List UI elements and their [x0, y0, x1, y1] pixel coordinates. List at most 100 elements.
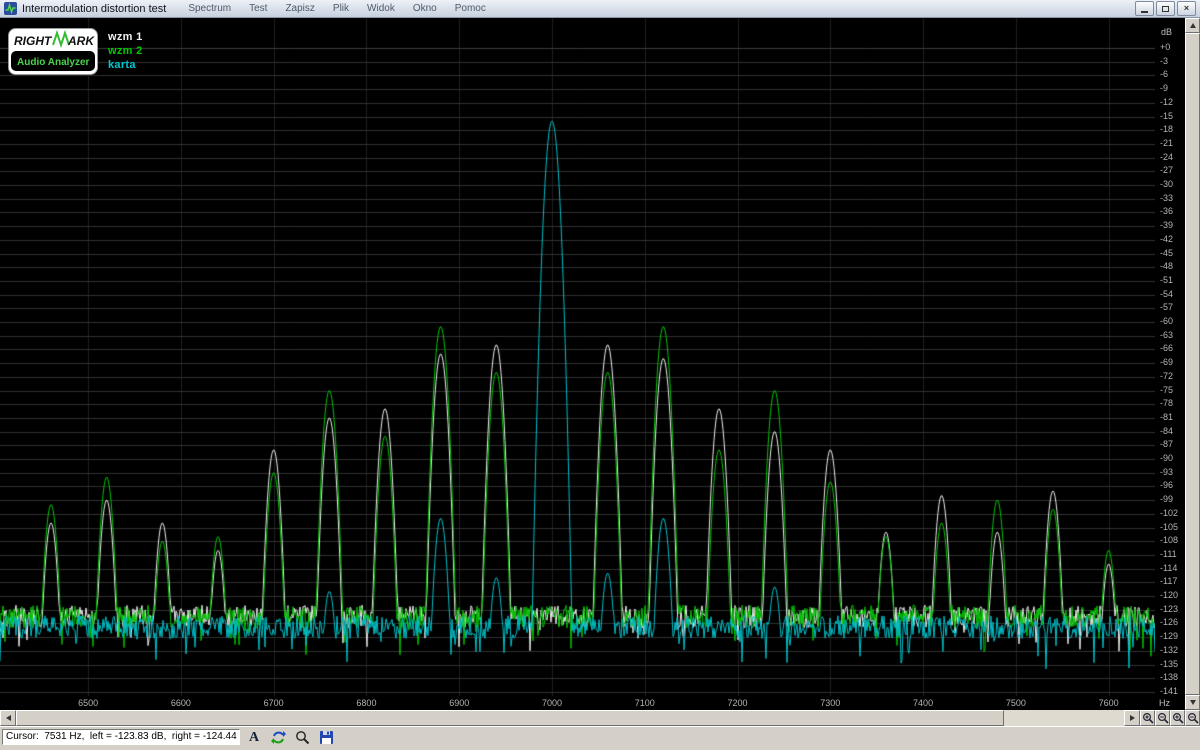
svg-text:Audio Analyzer: Audio Analyzer [17, 57, 90, 68]
v-scrollbar[interactable] [1185, 18, 1200, 710]
x-tick-label: 6800 [356, 698, 377, 708]
rightmark-logo: RIGHT ARK Audio Analyzer [8, 28, 98, 75]
menu-item-zapisz[interactable]: Zapisz [285, 3, 314, 14]
y-tick-label: -30 [1160, 179, 1174, 189]
app-window: Intermodulation distortion test Spectrum… [0, 0, 1200, 750]
app-icon [4, 2, 17, 15]
close-icon: × [1183, 3, 1190, 13]
zoom-in-y-button[interactable] [1170, 710, 1185, 726]
menu-item-plik[interactable]: Plik [333, 3, 349, 14]
y-tick-label: -102 [1160, 507, 1179, 518]
scroll-down-button[interactable] [1185, 695, 1200, 710]
legend-entry: wzm 1 [108, 31, 143, 43]
statusbar: Cursor: 7531 Hz, left = -123.83 dB, righ… [0, 726, 1200, 750]
y-tick-label: -9 [1160, 83, 1169, 94]
refresh-button[interactable] [268, 729, 288, 746]
arrow-left-icon [5, 715, 11, 721]
x-tick-label: 6700 [263, 698, 284, 708]
x-axis: Hz 6500 6600 6700 6800 6900 7000 7100 7200 7300 7… [0, 696, 1185, 710]
spectrum-plot[interactable] [0, 18, 1155, 696]
close-button[interactable]: × [1177, 1, 1196, 16]
scroll-left-button[interactable] [0, 710, 16, 726]
h-scroll-thumb[interactable] [16, 710, 1004, 726]
y-tick-label: -78 [1160, 398, 1174, 409]
menu-item-widok[interactable]: Widok [367, 3, 395, 14]
y-tick-label: -93 [1160, 466, 1174, 477]
zoom-out-x-button[interactable] [1155, 710, 1170, 726]
magnifier-plus-icon [1142, 712, 1154, 724]
zoom-in-x-button[interactable] [1140, 710, 1155, 726]
y-tick-label: -15 [1160, 110, 1174, 121]
y-tick-label: -42 [1160, 233, 1174, 244]
x-axis-unit: Hz [1159, 698, 1170, 708]
magnifier-icon [295, 731, 309, 745]
h-scroll-track[interactable] [1004, 710, 1124, 726]
scroll-up-button[interactable] [1185, 18, 1200, 33]
x-tick-label: 7000 [541, 698, 562, 708]
window-title: Intermodulation distortion test [22, 2, 167, 15]
y-tick-label: -75 [1160, 384, 1174, 395]
zoom-button[interactable] [292, 729, 312, 746]
svg-text:ARK: ARK [67, 34, 95, 48]
zoom-out-y-button[interactable] [1185, 710, 1200, 726]
scroll-right-button[interactable] [1124, 710, 1140, 726]
arrow-up-icon [1189, 23, 1196, 28]
y-tick-label: -69 [1160, 357, 1174, 368]
x-tick-label: 7300 [820, 698, 841, 708]
y-tick-label: -57 [1160, 302, 1174, 313]
y-tick-label: -12 [1160, 96, 1174, 107]
y-tick-label: -99 [1160, 494, 1174, 505]
save-button[interactable] [316, 729, 336, 746]
menu-item-okno[interactable]: Okno [413, 3, 437, 14]
y-tick-label: -3 [1160, 55, 1169, 66]
y-axis: dB +0 -3 -6 -9 -12 -15 -18 -21 -24 -27 -30 -33 -36 -3… [1155, 18, 1185, 696]
titlebar: Intermodulation distortion test Spectrum… [0, 0, 1200, 18]
legend-labels: wzm 1 wzm 2 karta [108, 28, 143, 76]
x-tick-label: 6900 [449, 698, 470, 708]
maximize-button[interactable] [1156, 1, 1175, 16]
magnifier-minus-icon [1157, 712, 1169, 724]
y-tick-label: -105 [1160, 521, 1179, 532]
y-tick-label: -60 [1160, 316, 1174, 326]
y-tick-label: -117 [1160, 576, 1178, 587]
floppy-disk-icon [319, 731, 333, 744]
y-tick-label: -33 [1160, 192, 1174, 203]
y-tick-label: -129 [1160, 631, 1179, 642]
menu-item-spectrum[interactable]: Spectrum [188, 3, 231, 14]
y-tick-label: -48 [1160, 261, 1174, 272]
y-tick-label: -6 [1160, 69, 1169, 80]
y-tick-label: -126 [1160, 617, 1179, 628]
y-tick-label: -66 [1160, 343, 1174, 354]
menu-item-pomoc[interactable]: Pomoc [455, 3, 486, 14]
menu-bar: Spectrum Test Zapisz Plik Widok Okno Pomoc [188, 3, 1135, 14]
letter-A-icon: A [248, 730, 260, 745]
y-tick-label: -84 [1160, 425, 1174, 436]
minimize-icon [1141, 10, 1148, 13]
y-tick-label: -108 [1160, 535, 1179, 546]
legend-entry: karta [108, 59, 136, 71]
y-tick-label: -120 [1160, 590, 1179, 600]
y-tick-label: -24 [1160, 151, 1174, 162]
y-tick-label: -81 [1160, 411, 1174, 422]
menu-item-test[interactable]: Test [249, 3, 267, 14]
y-tick-label: -135 [1160, 658, 1179, 669]
x-tick-label: 7100 [634, 698, 655, 708]
x-tick-label: 7400 [913, 698, 934, 708]
y-tick-label: -132 [1160, 644, 1179, 655]
x-tick-label: 7500 [1005, 698, 1026, 708]
y-tick-label: -87 [1160, 439, 1174, 450]
y-tick-label: -51 [1160, 274, 1174, 285]
y-tick-label: -18 [1160, 124, 1174, 135]
h-scrollbar[interactable] [0, 710, 1200, 726]
y-tick-label: -45 [1160, 247, 1174, 258]
y-tick-label: -123 [1160, 603, 1179, 614]
font-button[interactable]: A [244, 729, 264, 746]
magnifier-minus-icon [1187, 712, 1199, 724]
minimize-button[interactable] [1135, 1, 1154, 16]
v-scroll-thumb[interactable] [1185, 33, 1200, 695]
window-controls: × [1135, 1, 1196, 16]
y-tick-label: -39 [1160, 220, 1174, 231]
x-tick-label: 7200 [727, 698, 748, 708]
y-tick-label: -111 [1160, 548, 1177, 559]
x-tick-label: 7600 [1098, 698, 1119, 708]
